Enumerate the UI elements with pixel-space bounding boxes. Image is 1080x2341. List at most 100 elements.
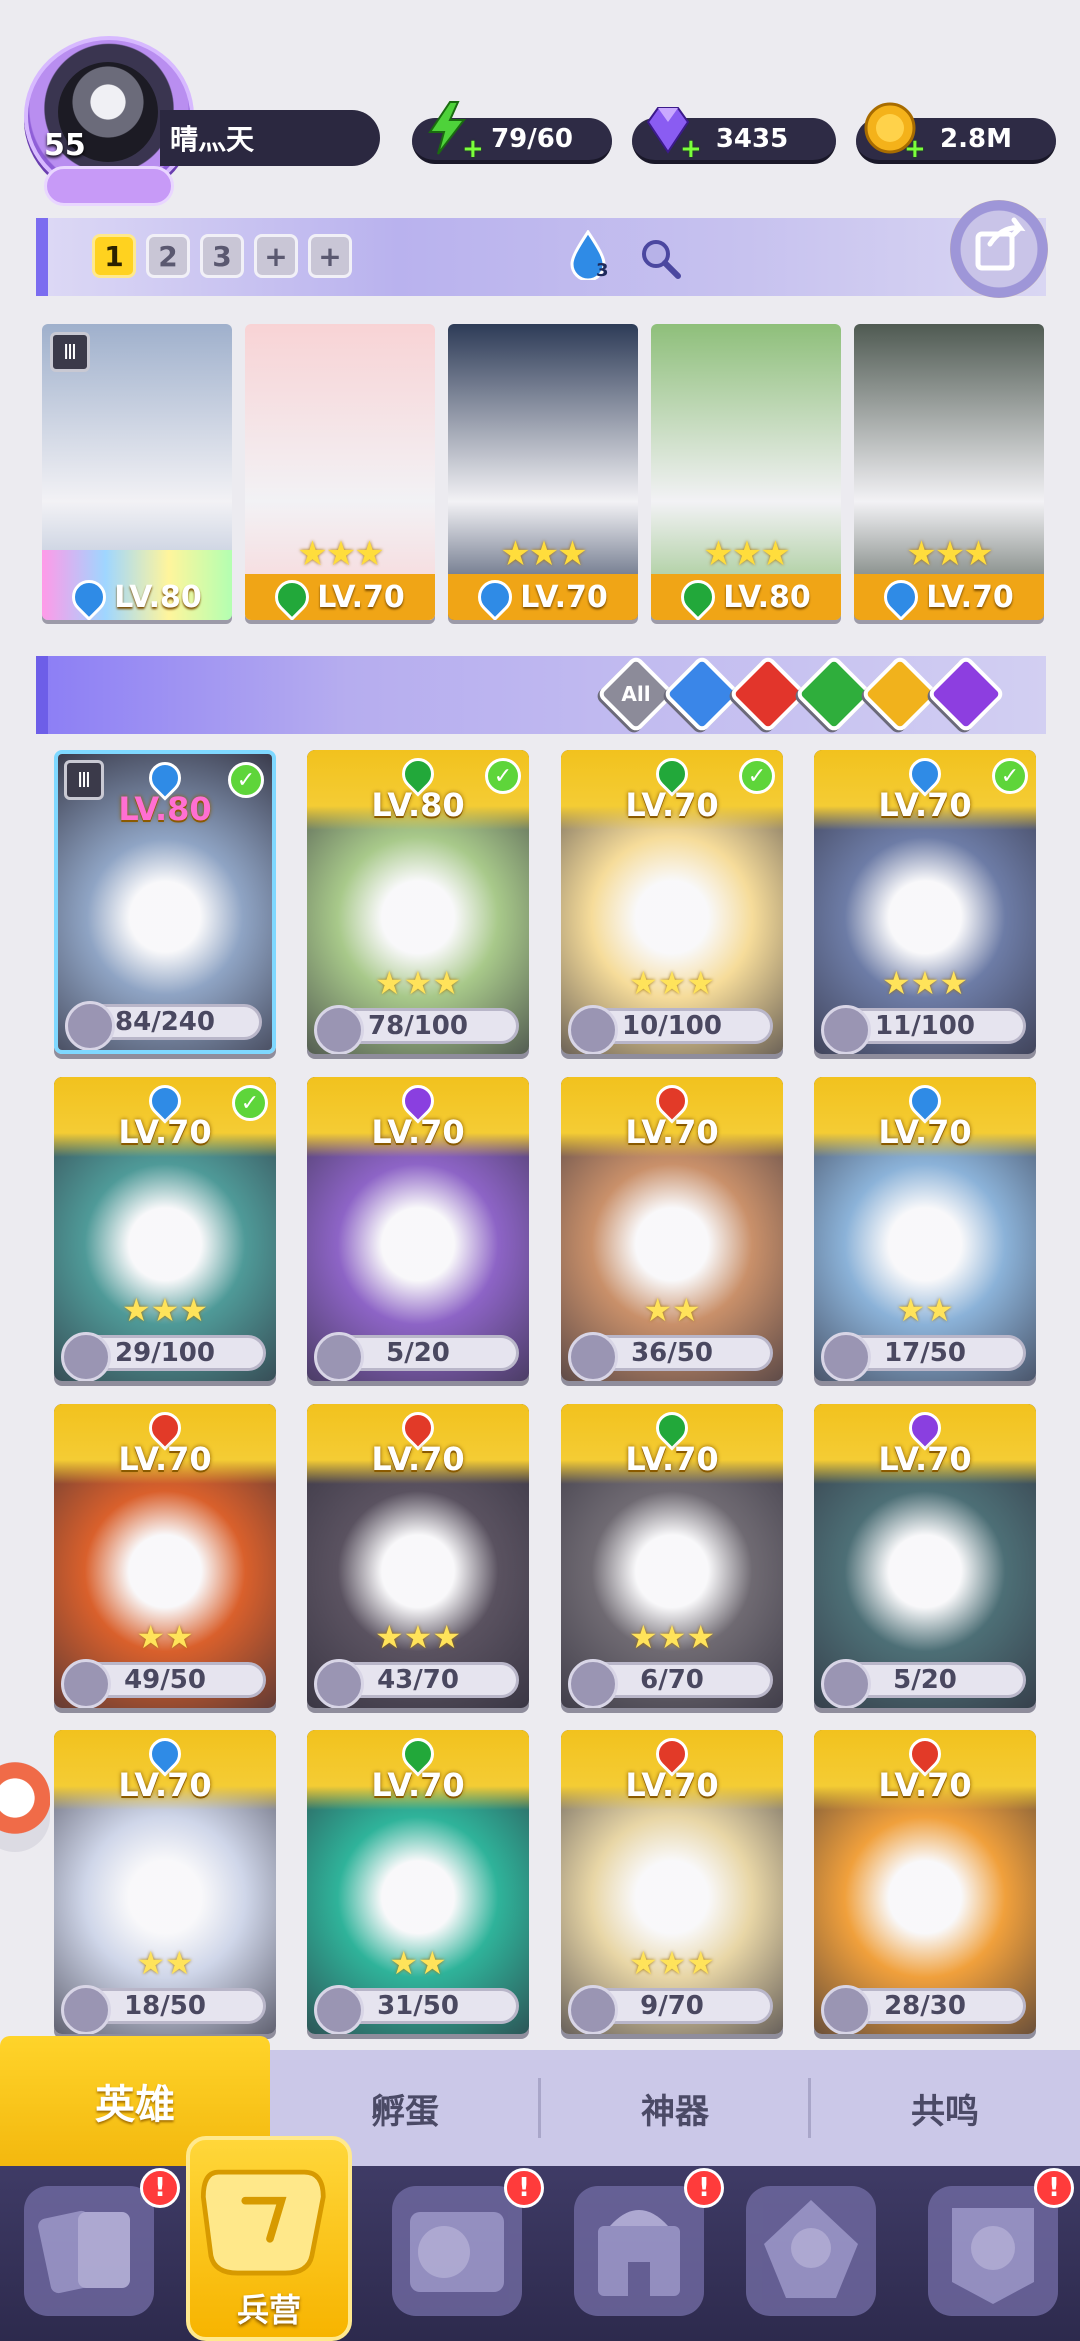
search-icon[interactable] bbox=[638, 236, 682, 280]
shard-progress: 43/70 bbox=[314, 1659, 519, 1708]
team-slot-2[interactable]: ★★★ LV.70 bbox=[245, 324, 435, 620]
shard-count: 84/240 bbox=[115, 1007, 215, 1037]
hero-card[interactable]: LV.70 ★★ 36/50 bbox=[561, 1077, 783, 1381]
hero-card[interactable]: LV.70 28/30 bbox=[814, 1730, 1036, 2034]
nav-barracks[interactable]: 兵营 bbox=[186, 2136, 352, 2341]
shard-count: 17/50 bbox=[884, 1338, 966, 1368]
team-tab-2[interactable]: 2 bbox=[146, 234, 190, 278]
filter-water-button[interactable] bbox=[662, 654, 742, 734]
hero-card[interactable]: ✓ LV.70 ★★★ 10/100 bbox=[561, 750, 783, 1054]
hero-card[interactable]: LV.70 ★★★ 9/70 bbox=[561, 1730, 783, 2034]
star-rating: ★★★ bbox=[374, 1618, 462, 1656]
nav-guild[interactable] bbox=[746, 2186, 876, 2316]
shard-progress: 9/70 bbox=[568, 1985, 773, 2034]
team-tab-1[interactable]: 1 bbox=[92, 234, 136, 278]
hero-card[interactable]: LV.70 ★★ 49/50 bbox=[54, 1404, 276, 1708]
filter-dark-button[interactable] bbox=[926, 654, 1006, 734]
hero-card[interactable]: LV.70 ★★★ 6/70 bbox=[561, 1404, 783, 1708]
team-slot-5[interactable]: ★★★ LV.70 bbox=[854, 324, 1044, 620]
nav-map[interactable] bbox=[392, 2186, 522, 2316]
hero-card[interactable]: LV.70 ★★ 31/50 bbox=[307, 1730, 529, 2034]
hero-card[interactable]: LV.70 5/20 bbox=[814, 1404, 1036, 1708]
banner-icon bbox=[952, 2208, 1034, 2304]
tab-artifacts[interactable]: 神器 bbox=[540, 2050, 810, 2166]
shard-count: 29/100 bbox=[115, 1338, 215, 1368]
nav-banner[interactable] bbox=[928, 2186, 1058, 2316]
star-rating: ★★★ bbox=[703, 534, 790, 574]
cards-icon bbox=[38, 2210, 130, 2294]
hero-level: LV.70 bbox=[371, 1440, 465, 1478]
star-rating: ★★ bbox=[136, 1944, 194, 1982]
hero-level: LV.80 bbox=[723, 579, 811, 615]
add-team-button-2[interactable]: + bbox=[308, 234, 352, 278]
team-selector-bar: 1 2 3 + + 3 bbox=[36, 218, 1046, 296]
floating-helper-avatar[interactable] bbox=[0, 1762, 50, 1852]
barracks-icon bbox=[200, 2169, 326, 2276]
level-bar: LV.70 bbox=[854, 572, 1044, 620]
team-tab-3[interactable]: 3 bbox=[200, 234, 244, 278]
hero-level: LV.70 bbox=[878, 786, 972, 824]
shard-progress: 28/30 bbox=[821, 1985, 1026, 2034]
hero-card[interactable]: ✓ LV.70 ★★★ 11/100 bbox=[814, 750, 1036, 1054]
shard-progress: 36/50 bbox=[568, 1332, 773, 1381]
filter-label bbox=[876, 670, 924, 718]
hero-card[interactable]: ✓ LV.80 ★★★ 78/100 bbox=[307, 750, 529, 1054]
shard-count: 9/70 bbox=[640, 1991, 704, 2021]
level-bar: LV.70 bbox=[448, 572, 638, 620]
hero-level: LV.80 bbox=[114, 579, 202, 615]
add-team-button[interactable]: + bbox=[254, 234, 298, 278]
hero-card[interactable]: ✓ Ⅲ LV.80 84/240 bbox=[54, 750, 276, 1054]
wind-element-icon bbox=[674, 572, 723, 620]
tab-resonance[interactable]: 共鸣 bbox=[810, 2050, 1080, 2166]
hero-level: LV.70 bbox=[625, 1440, 719, 1478]
team-mark-icon: Ⅲ bbox=[50, 332, 90, 372]
shard-progress: 17/50 bbox=[821, 1332, 1026, 1381]
share-button[interactable] bbox=[950, 200, 1048, 298]
filter-label bbox=[942, 670, 990, 718]
shard-count: 6/70 bbox=[640, 1665, 704, 1695]
avatar-frame-ornament bbox=[44, 166, 174, 206]
add-coin-icon[interactable]: + bbox=[904, 136, 926, 162]
hero-level: LV.70 bbox=[371, 1113, 465, 1151]
filter-fire-button[interactable] bbox=[728, 654, 808, 734]
shard-progress: 11/100 bbox=[821, 1005, 1026, 1054]
add-gem-icon[interactable]: + bbox=[680, 136, 702, 162]
guild-icon bbox=[764, 2200, 858, 2298]
level-bar: LV.80 bbox=[42, 572, 232, 620]
hero-card[interactable]: LV.70 ★★★ 43/70 bbox=[307, 1404, 529, 1708]
hero-level: LV.80 bbox=[371, 786, 465, 824]
castle-icon bbox=[598, 2210, 680, 2296]
filter-label bbox=[810, 670, 858, 718]
hero-level: LV.70 bbox=[625, 1113, 719, 1151]
shard-progress: 29/100 bbox=[61, 1332, 266, 1381]
add-stamina-icon[interactable]: + bbox=[462, 136, 484, 162]
team-slot-3[interactable]: ★★★ LV.70 bbox=[448, 324, 638, 620]
hero-card[interactable]: LV.70 ★★ 18/50 bbox=[54, 1730, 276, 2034]
nav-castle[interactable] bbox=[574, 2186, 704, 2316]
nav-cards[interactable] bbox=[24, 2186, 154, 2316]
shard-progress: 84/240 bbox=[65, 1001, 262, 1050]
filter-label: All bbox=[621, 682, 651, 706]
stamina-value: 79/60 bbox=[491, 124, 573, 154]
hero-card[interactable]: LV.70 ★★ 17/50 bbox=[814, 1077, 1036, 1381]
hero-level: LV.80 bbox=[118, 790, 212, 828]
shard-count: 31/50 bbox=[377, 1991, 459, 2021]
shard-count: 49/50 bbox=[124, 1665, 206, 1695]
hero-level: LV.70 bbox=[878, 1766, 972, 1804]
filter-all-button[interactable]: All bbox=[596, 654, 676, 734]
shard-progress: 6/70 bbox=[568, 1659, 773, 1708]
shard-count: 5/20 bbox=[386, 1338, 450, 1368]
filter-wind-button[interactable] bbox=[794, 654, 874, 734]
hero-level: LV.70 bbox=[926, 579, 1014, 615]
hero-level: LV.70 bbox=[625, 786, 719, 824]
star-rating: ★★★ bbox=[628, 1944, 716, 1982]
team-slot-1[interactable]: Ⅲ LV.80 bbox=[42, 324, 232, 620]
shard-count: 18/50 bbox=[124, 1991, 206, 2021]
team-slot-4[interactable]: ★★★ LV.80 bbox=[651, 324, 841, 620]
level-bar: LV.80 bbox=[651, 572, 841, 620]
filter-light-button[interactable] bbox=[860, 654, 940, 734]
hero-card[interactable]: ✓ LV.70 ★★★ 29/100 bbox=[54, 1077, 276, 1381]
hero-level: LV.70 bbox=[317, 579, 405, 615]
hero-card[interactable]: LV.70 5/20 bbox=[307, 1077, 529, 1381]
player-level: 55 bbox=[44, 128, 86, 163]
